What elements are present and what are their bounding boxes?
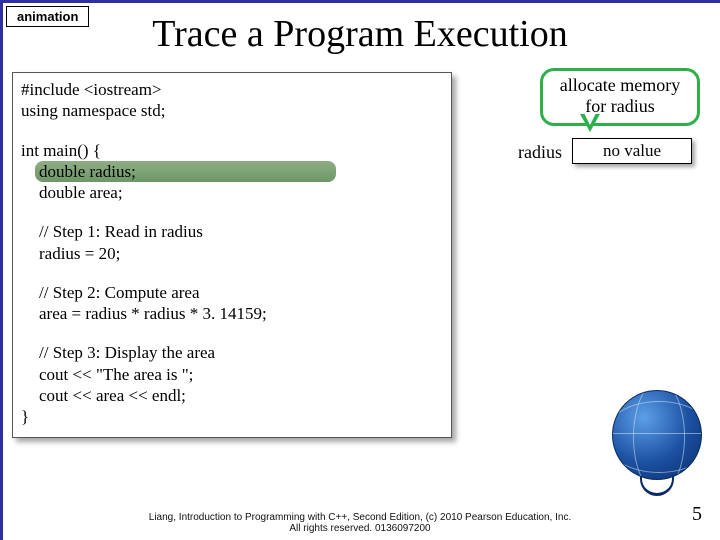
footer-citation: Liang, Introduction to Programming with … bbox=[0, 512, 720, 534]
code-line: cout << area << endl; bbox=[21, 385, 443, 406]
code-line: double area; bbox=[21, 182, 443, 203]
code-line: } bbox=[21, 406, 443, 427]
callout-tail-icon bbox=[580, 114, 600, 132]
callout-text: allocate memory bbox=[547, 75, 693, 96]
callout-bubble: allocate memory for radius bbox=[540, 68, 700, 126]
memory-var-label: radius bbox=[518, 142, 562, 163]
footer-line: All rights reserved. 0136097200 bbox=[0, 523, 720, 534]
code-line: using namespace std; bbox=[21, 100, 443, 121]
code-line: cout << "The area is "; bbox=[21, 364, 443, 385]
code-line: area = radius * radius * 3. 14159; bbox=[21, 303, 443, 324]
code-block: #include <iostream> using namespace std;… bbox=[12, 72, 452, 438]
code-line: // Step 1: Read in radius bbox=[21, 221, 443, 242]
code-line: // Step 3: Display the area bbox=[21, 342, 443, 363]
code-line: #include <iostream> bbox=[21, 79, 443, 100]
page-number: 5 bbox=[692, 503, 702, 526]
code-line-highlighted: double radius; bbox=[21, 161, 443, 182]
memory-var-box: no value bbox=[572, 138, 692, 164]
code-line: // Step 2: Compute area bbox=[21, 282, 443, 303]
slide-left-border bbox=[0, 0, 3, 540]
footer-line: Liang, Introduction to Programming with … bbox=[0, 512, 720, 523]
code-line: radius = 20; bbox=[21, 243, 443, 264]
code-line: int main() { bbox=[21, 140, 443, 161]
callout-text: for radius bbox=[547, 96, 693, 117]
globe-icon bbox=[602, 390, 712, 500]
slide-top-border bbox=[0, 0, 720, 3]
slide-title: Trace a Program Execution bbox=[0, 12, 720, 56]
